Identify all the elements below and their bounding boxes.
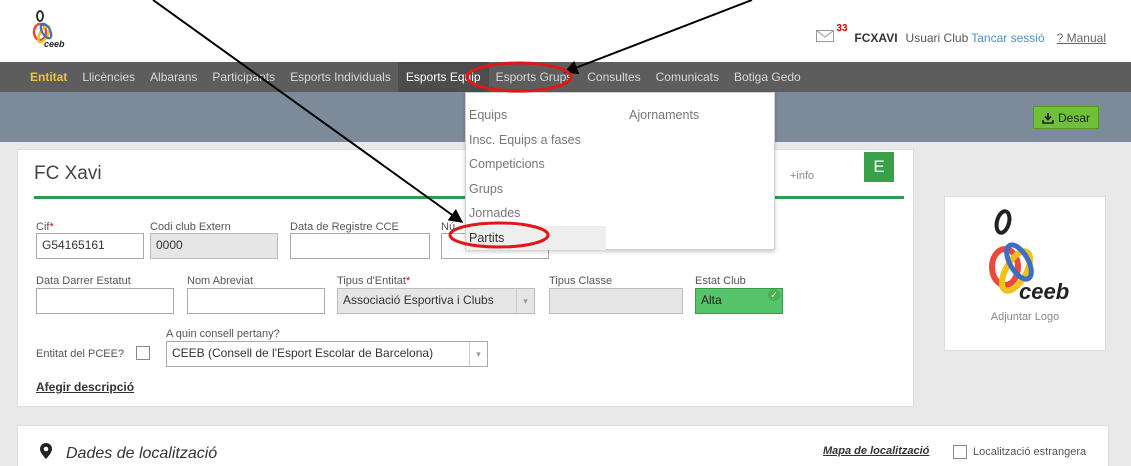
menu-item-competicions[interactable]: Competicions [466, 152, 606, 177]
page-title: FC Xavi [34, 163, 102, 184]
tipus-classe-input[interactable] [549, 288, 683, 314]
map-link[interactable]: Mapa de localització [823, 445, 929, 457]
menu-col-1: Equips Insc. Equips a fases Competicions… [466, 103, 606, 250]
tipus-classe-label: Tipus Classe [549, 275, 613, 287]
entity-type-badge: E [864, 152, 894, 182]
nav-entitat[interactable]: Entitat [30, 62, 67, 92]
cif-input[interactable]: G54165161 [36, 233, 144, 259]
nav-botiga-gedo[interactable]: Botiga Gedo [734, 62, 801, 92]
header-user-area: 33 FCXAVI Usuari Club Tancar sessió ? Ma… [816, 23, 1106, 45]
attach-logo-label: Adjuntar Logo [990, 311, 1060, 323]
svg-text:ceeb: ceeb [1019, 279, 1069, 304]
data-registre-label: Data de Registre CCE [290, 221, 399, 233]
foreign-location-checkbox[interactable] [953, 445, 967, 459]
codi-input[interactable]: 0000 [150, 233, 278, 259]
estat-label: Estat Club [695, 275, 746, 287]
nav-esports-equip[interactable]: Esports Equip [397, 62, 489, 92]
menu-item-grups[interactable]: Grups [466, 177, 606, 202]
tipus-entitat-value: Associació Esportiva i Clubs [343, 293, 494, 307]
location-title: Dades de localització [66, 445, 218, 462]
chevron-down-icon: ▾ [516, 289, 534, 313]
data-estatut-label: Data Darrer Estatut [36, 275, 131, 287]
menu-item-ajornaments[interactable]: Ajornaments [626, 103, 699, 128]
main-nav: Entitat Llicències Albarans Participants… [0, 62, 1131, 92]
esports-equip-menu: Equips Insc. Equips a fases Competicions… [465, 92, 775, 250]
username: FCXAVI [854, 30, 898, 45]
nav-consultes[interactable]: Consultes [587, 62, 640, 92]
location-panel: Dades de localització Mapa de localitzac… [17, 425, 1109, 466]
user-role: Usuari Club [905, 30, 969, 45]
logo-upload-box[interactable]: ceeb Adjuntar Logo [944, 196, 1106, 351]
nav-participants[interactable]: Participants [212, 62, 275, 92]
app-window: ceeb 33 FCXAVI Usuari Club Tancar sessió… [0, 0, 1131, 466]
mail-icon[interactable]: 33 [816, 23, 848, 45]
nom-abreviat-input[interactable] [187, 288, 325, 314]
download-icon [1042, 112, 1054, 124]
chevron-down-icon: ▾ [469, 342, 487, 366]
logout-link[interactable]: Tancar sessió [971, 31, 1044, 45]
data-estatut-input[interactable] [36, 288, 174, 314]
ceeb-logo: ceeb [989, 209, 1069, 304]
more-info-link[interactable]: +info [790, 170, 814, 182]
save-label: Desar [1057, 110, 1090, 125]
svg-text:ceeb: ceeb [44, 39, 65, 49]
nav-comunicats[interactable]: Comunicats [656, 62, 719, 92]
num-label: Nú [441, 221, 456, 233]
cif-label: Cif* [36, 221, 54, 233]
consell-select[interactable]: CEEB (Consell de l'Esport Escolar de Bar… [166, 341, 488, 367]
menu-item-jornades[interactable]: Jornades [466, 201, 606, 226]
manual-link[interactable]: ? Manual [1057, 31, 1106, 45]
nav-esports-grups[interactable]: Esports Grups [496, 62, 573, 92]
nav-albarans[interactable]: Albarans [150, 62, 197, 92]
nav-llicencies[interactable]: Llicències [82, 62, 135, 92]
pcee-label: Entitat del PCEE? [36, 348, 125, 360]
pcee-checkbox[interactable] [136, 346, 150, 360]
map-pin-icon [40, 443, 52, 459]
check-circle-icon: ✓ [768, 289, 780, 301]
consell-value: CEEB (Consell de l'Esport Escolar de Bar… [172, 346, 434, 360]
consell-label: A quin consell pertany? [166, 328, 280, 340]
tipus-entitat-label: Tipus d'Entitat* [337, 275, 411, 287]
nav-esports-individuals[interactable]: Esports Individuals [290, 62, 391, 92]
menu-item-partits[interactable]: Partits [466, 225, 606, 250]
foreign-location-label: Localització estrangera [973, 446, 1087, 458]
top-header: ceeb 33 FCXAVI Usuari Club Tancar sessió… [0, 0, 1131, 62]
menu-item-insc-equips[interactable]: Insc. Equips a fases [466, 128, 606, 153]
tipus-entitat-select[interactable]: Associació Esportiva i Clubs ▾ [337, 288, 535, 314]
mail-count-badge: 33 [836, 23, 848, 34]
ceeb-logo[interactable]: ceeb [28, 10, 88, 52]
data-registre-input[interactable] [290, 233, 430, 259]
nom-abreviat-label: Nom Abreviat [187, 275, 254, 287]
menu-item-equips[interactable]: Equips [466, 103, 606, 128]
codi-label: Codi club Extern [150, 221, 231, 233]
save-button[interactable]: Desar [1032, 106, 1099, 129]
menu-col-2: Ajornaments [626, 103, 699, 128]
add-description-link[interactable]: Afegir descripció [36, 380, 134, 394]
